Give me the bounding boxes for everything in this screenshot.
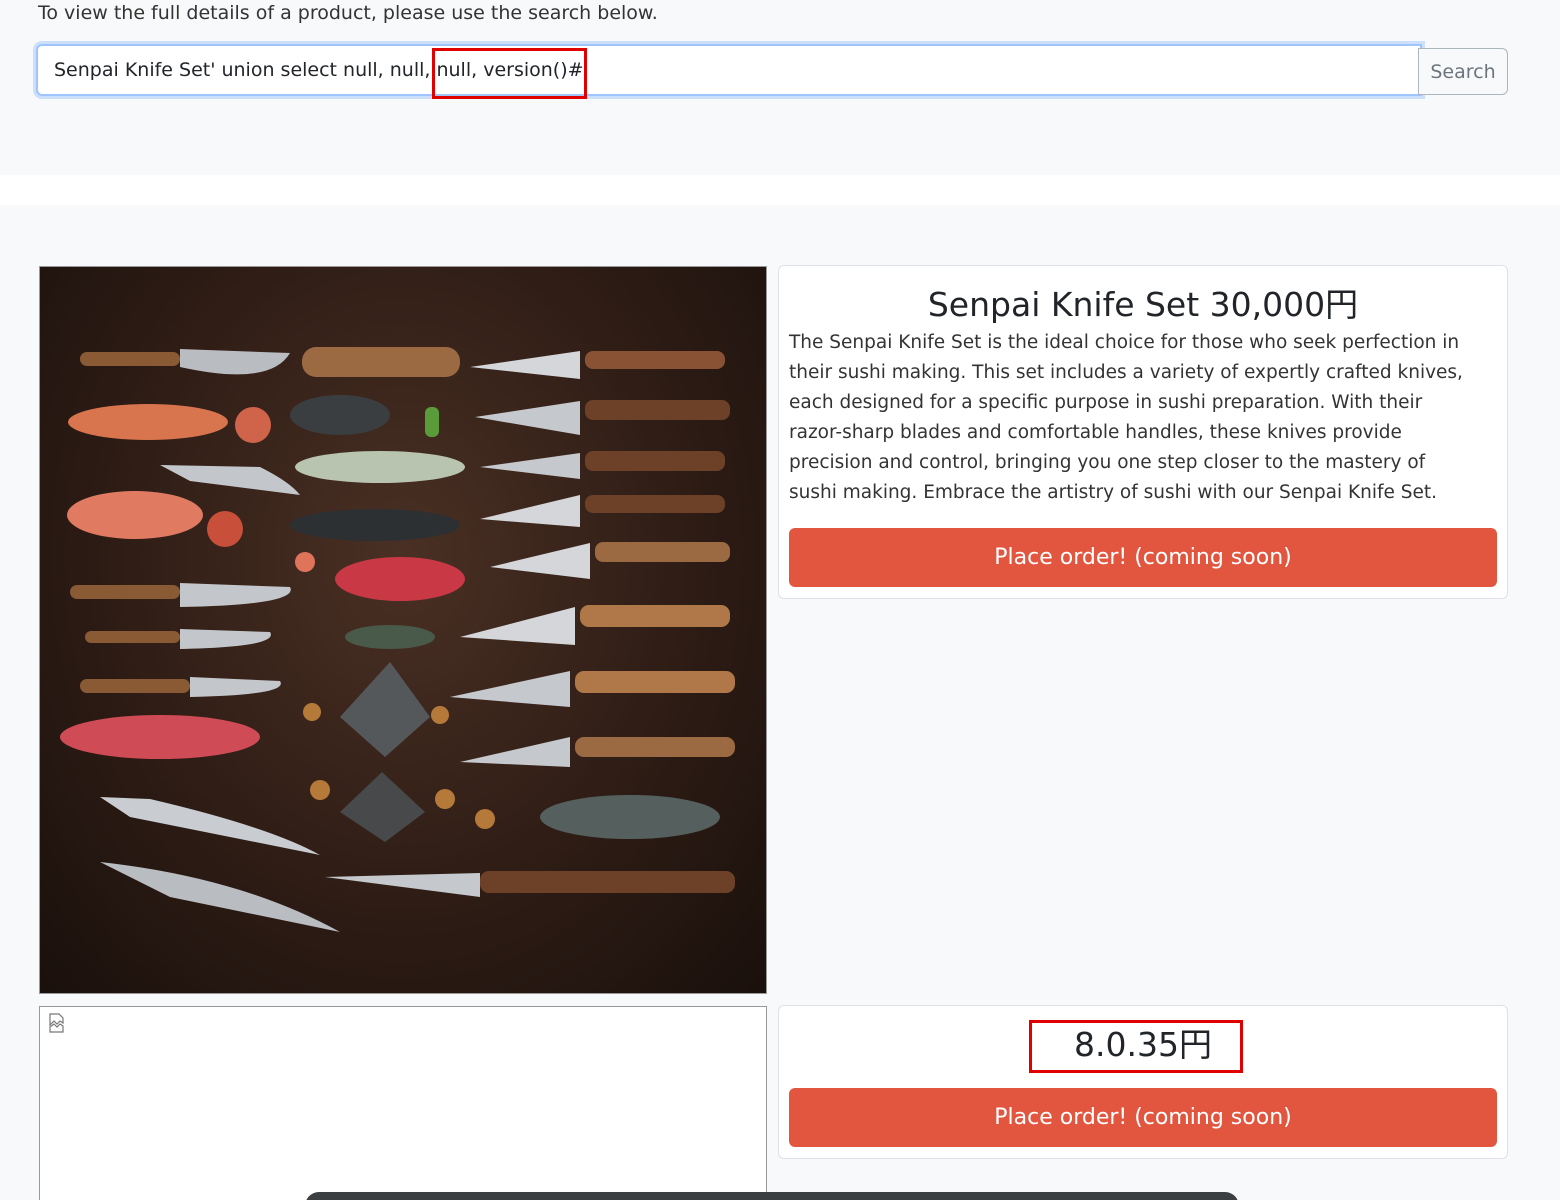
section-divider	[0, 175, 1560, 205]
page: To view the full details of a product, p…	[0, 0, 1560, 1200]
product-title: Senpai Knife Set 30,000円	[927, 285, 1359, 324]
search-bar: Search	[36, 44, 1508, 96]
intro-text: To view the full details of a product, p…	[38, 2, 658, 24]
broken-image-icon	[49, 1013, 64, 1033]
highlight-box-version	[1029, 1020, 1243, 1073]
overlay-bar	[305, 1192, 1239, 1200]
product-description: The Senpai Knife Set is the ideal choice…	[789, 332, 1463, 503]
product-image-broken	[39, 1006, 767, 1200]
knife-shape	[80, 349, 290, 375]
place-order-button[interactable]: Place order! (coming soon)	[789, 528, 1497, 587]
product-card-1: Senpai Knife Set 30,000円 The Senpai Knif…	[778, 265, 1508, 599]
search-input[interactable]	[36, 44, 1422, 96]
search-button[interactable]: Search	[1418, 48, 1508, 95]
product-image-knife-set	[39, 266, 767, 994]
knife-set-illustration	[60, 347, 735, 932]
place-order-button-2[interactable]: Place order! (coming soon)	[789, 1088, 1497, 1147]
highlight-box-injection	[432, 48, 587, 99]
